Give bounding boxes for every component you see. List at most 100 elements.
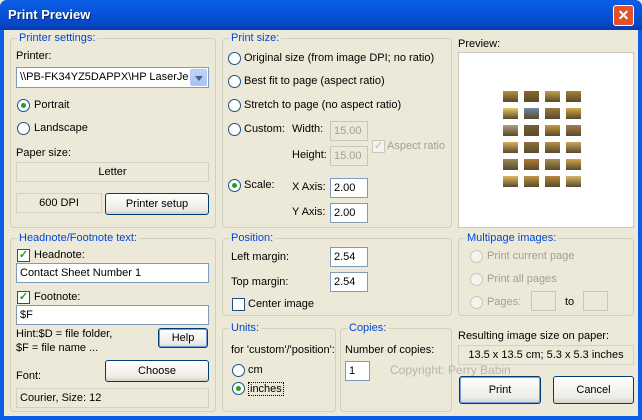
cm-label[interactable]: cm bbox=[248, 364, 263, 376]
x-axis-label: X Axis: bbox=[292, 181, 326, 193]
footnote-label[interactable]: Footnote: bbox=[34, 291, 80, 303]
preview-canvas bbox=[458, 52, 634, 228]
print-current-page-label[interactable]: Print current page bbox=[487, 250, 574, 262]
printer-setup-button[interactable]: Printer setup bbox=[105, 193, 209, 215]
printer-label: Printer: bbox=[16, 50, 52, 62]
pages-radio[interactable] bbox=[470, 296, 483, 309]
landscape-radio[interactable] bbox=[17, 122, 30, 135]
top-margin-input[interactable]: 2.54 bbox=[330, 272, 368, 292]
preview-thumbnail bbox=[524, 176, 539, 187]
inches-radio[interactable] bbox=[232, 382, 245, 395]
preview-thumbnail bbox=[566, 142, 581, 153]
preview-thumbnail bbox=[503, 159, 518, 170]
preview-thumbnail bbox=[524, 159, 539, 170]
preview-thumbnail bbox=[566, 91, 581, 102]
width-input[interactable]: 15.00 bbox=[330, 121, 368, 141]
paper-size-value: Letter bbox=[16, 162, 209, 182]
print-size-title: Print size: bbox=[229, 32, 282, 44]
units-description: for 'custom'/'position': bbox=[231, 344, 335, 356]
font-value: Courier, Size: 12 bbox=[16, 388, 209, 408]
custom-label[interactable]: Custom: bbox=[244, 123, 285, 135]
scale-label[interactable]: Scale: bbox=[244, 179, 275, 191]
preview-thumbnail bbox=[545, 159, 560, 170]
dpi-value: 600 DPI bbox=[16, 193, 102, 213]
x-axis-input[interactable]: 2.00 bbox=[330, 178, 368, 198]
stretch-radio[interactable] bbox=[228, 99, 241, 112]
copies-input[interactable]: 1 bbox=[345, 361, 370, 381]
preview-thumbnail bbox=[566, 176, 581, 187]
preview-thumbnail bbox=[503, 91, 518, 102]
choose-font-button[interactable]: Choose bbox=[105, 360, 209, 382]
y-axis-input[interactable]: 2.00 bbox=[330, 203, 368, 223]
pages-from-input[interactable] bbox=[531, 291, 556, 311]
top-margin-label: Top margin: bbox=[231, 276, 289, 288]
headnote-label[interactable]: Headnote: bbox=[34, 249, 85, 261]
left-margin-label: Left margin: bbox=[231, 251, 290, 263]
preview-label: Preview: bbox=[458, 38, 501, 50]
cancel-button[interactable]: Cancel bbox=[553, 376, 634, 404]
help-button[interactable]: Help bbox=[158, 328, 208, 348]
print-all-pages-radio[interactable] bbox=[470, 273, 483, 286]
preview-thumbnail bbox=[503, 125, 518, 136]
height-label: Height: bbox=[292, 149, 327, 161]
inches-label[interactable]: inches bbox=[248, 382, 284, 396]
aspect-ratio-checkbox[interactable]: ✓ bbox=[372, 140, 385, 153]
hint-line-2: $F = file name ... bbox=[16, 342, 99, 354]
preview-thumbnail bbox=[566, 108, 581, 119]
pages-label[interactable]: Pages: bbox=[487, 296, 521, 308]
title-bar[interactable]: Print Preview ✕ bbox=[0, 0, 642, 30]
preview-thumbnail bbox=[545, 91, 560, 102]
scale-radio[interactable] bbox=[228, 179, 241, 192]
copies-title: Copies: bbox=[347, 322, 389, 334]
center-image-label[interactable]: Center image bbox=[248, 298, 314, 310]
preview-thumbnail bbox=[524, 91, 539, 102]
printer-select-value: \\PB-FK34YZ5DAPPX\HP LaserJe bbox=[20, 71, 188, 83]
preview-thumbnail bbox=[545, 142, 560, 153]
chevron-down-icon[interactable] bbox=[190, 69, 207, 86]
pages-to-input[interactable] bbox=[583, 291, 608, 311]
headnote-footnote-title: Headnote/Footnote text: bbox=[17, 232, 140, 244]
dialog-client-area: Printer settings: Printer: \\PB-FK34YZ5D… bbox=[4, 30, 638, 416]
printer-settings-title: Printer settings: bbox=[17, 32, 98, 44]
units-title: Units: bbox=[229, 322, 262, 334]
footnote-input[interactable]: $F bbox=[16, 305, 209, 325]
preview-thumbnail bbox=[566, 159, 581, 170]
center-image-checkbox[interactable] bbox=[232, 298, 245, 311]
preview-thumbnail bbox=[545, 125, 560, 136]
copies-label: Number of copies: bbox=[345, 344, 435, 356]
best-fit-radio[interactable] bbox=[228, 75, 241, 88]
preview-thumbnail bbox=[524, 125, 539, 136]
close-icon[interactable]: ✕ bbox=[613, 5, 634, 26]
headnote-input[interactable]: Contact Sheet Number 1 bbox=[16, 263, 209, 283]
portrait-label[interactable]: Portrait bbox=[34, 99, 69, 111]
landscape-label[interactable]: Landscape bbox=[34, 122, 88, 134]
print-all-pages-label[interactable]: Print all pages bbox=[487, 273, 557, 285]
print-preview-window: Print Preview ✕ Printer settings: Printe… bbox=[0, 0, 642, 420]
portrait-radio[interactable] bbox=[17, 99, 30, 112]
preview-thumbnail bbox=[503, 108, 518, 119]
paper-size-label: Paper size: bbox=[16, 147, 72, 159]
print-button[interactable]: Print bbox=[459, 376, 541, 404]
preview-thumbnail bbox=[566, 125, 581, 136]
original-size-radio[interactable] bbox=[228, 52, 241, 65]
multipage-title: Multipage images: bbox=[465, 232, 559, 244]
footnote-checkbox[interactable]: ✓ bbox=[17, 291, 30, 304]
left-margin-input[interactable]: 2.54 bbox=[330, 247, 368, 267]
print-current-page-radio[interactable] bbox=[470, 250, 483, 263]
copyright-watermark: Copyright: Perry Babin bbox=[390, 363, 511, 377]
height-input[interactable]: 15.00 bbox=[330, 146, 368, 166]
preview-thumbnail bbox=[524, 108, 539, 119]
cm-radio[interactable] bbox=[232, 364, 245, 377]
y-axis-label: Y Axis: bbox=[292, 206, 326, 218]
printer-select[interactable]: \\PB-FK34YZ5DAPPX\HP LaserJe bbox=[16, 67, 209, 88]
preview-thumbnail bbox=[524, 142, 539, 153]
preview-thumbnail bbox=[503, 142, 518, 153]
custom-radio[interactable] bbox=[228, 123, 241, 136]
best-fit-label[interactable]: Best fit to page (aspect ratio) bbox=[244, 75, 385, 87]
headnote-checkbox[interactable]: ✓ bbox=[17, 249, 30, 262]
result-size-value: 13.5 x 13.5 cm; 5.3 x 5.3 inches bbox=[458, 345, 634, 365]
font-label: Font: bbox=[16, 370, 42, 382]
stretch-label[interactable]: Stretch to page (no aspect ratio) bbox=[244, 99, 401, 111]
original-size-label[interactable]: Original size (from image DPI; no ratio) bbox=[244, 52, 434, 64]
aspect-ratio-label[interactable]: Aspect ratio bbox=[387, 140, 445, 152]
